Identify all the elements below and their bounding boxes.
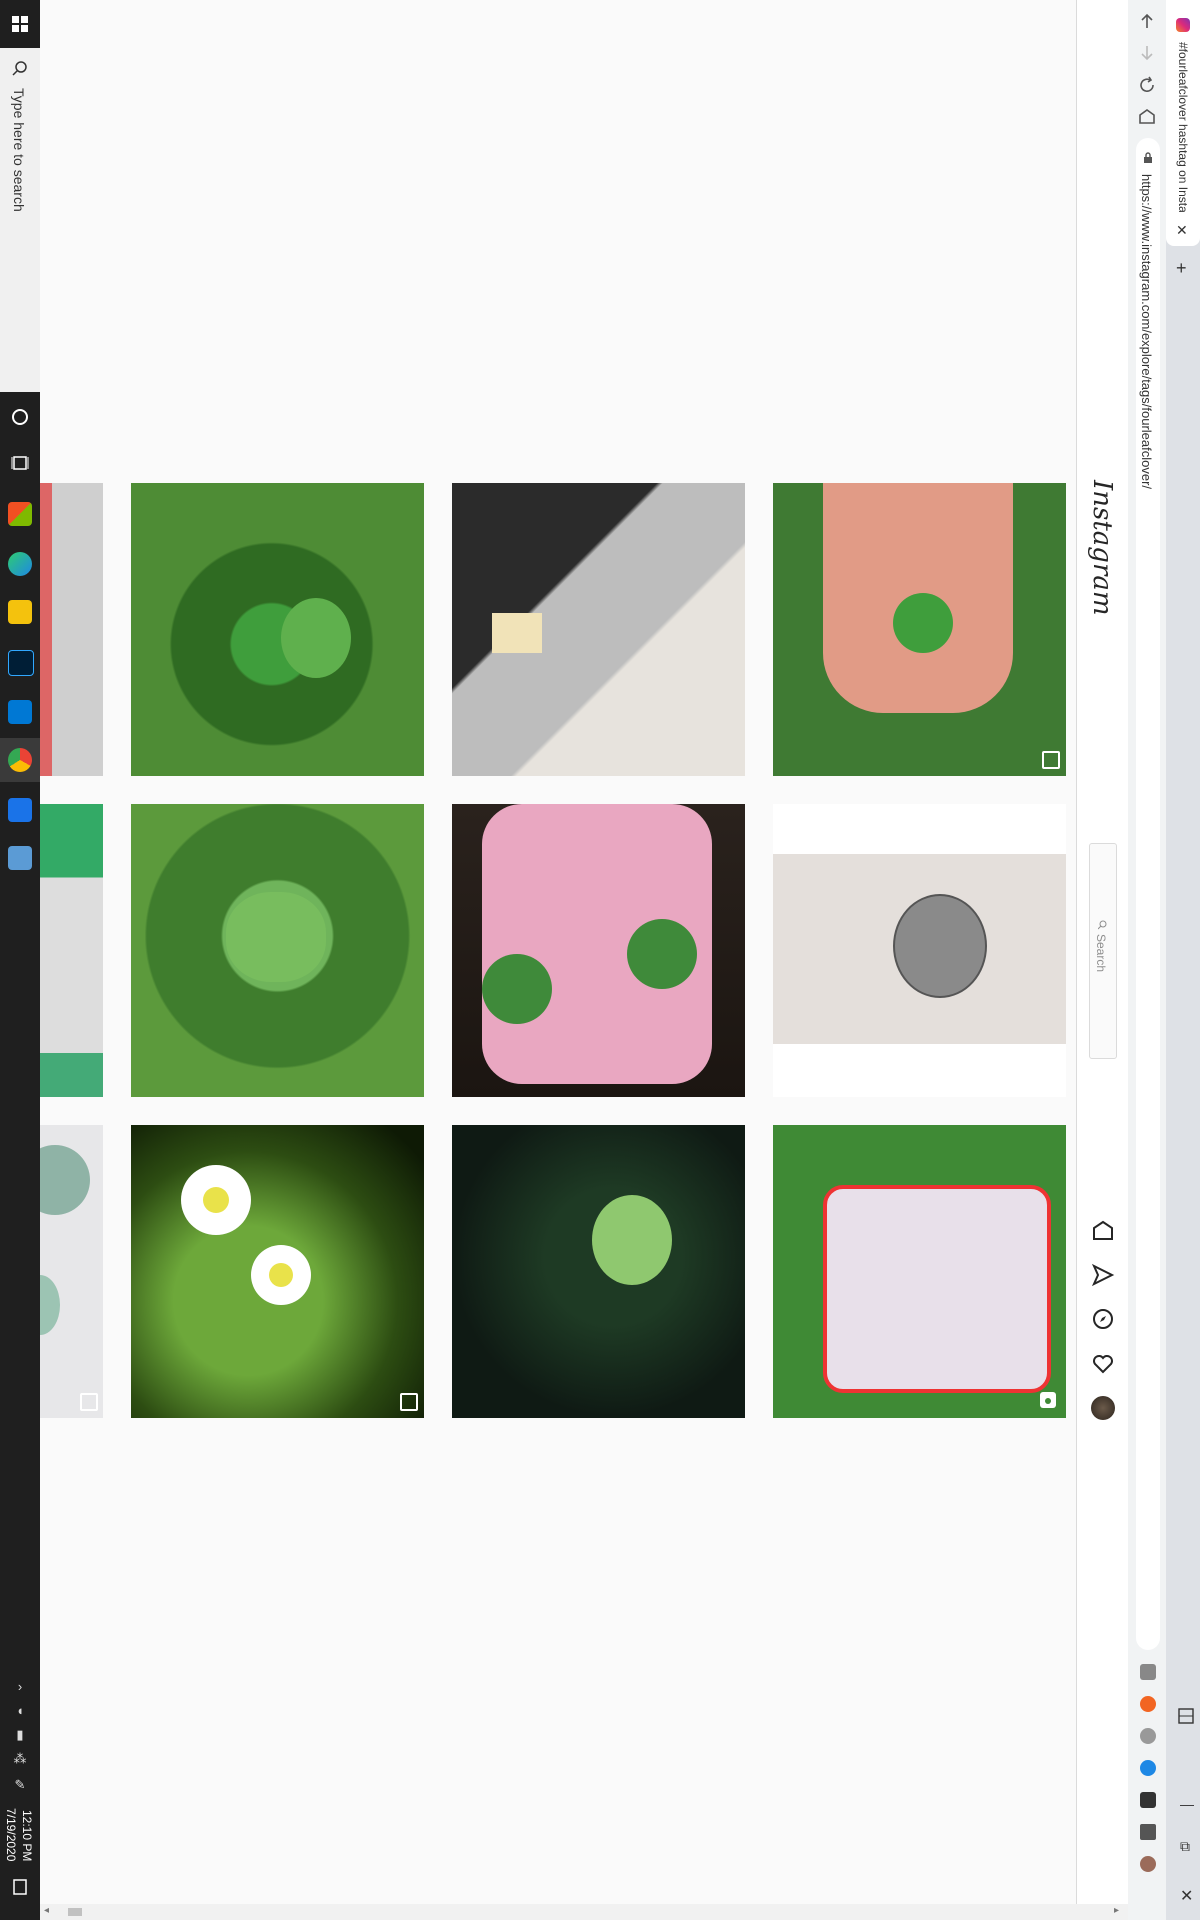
post-tile[interactable] [452,804,745,1097]
clover-shape [40,1275,60,1335]
extension-icon[interactable] [1140,1696,1156,1712]
pinned-app-icon[interactable] [8,700,32,724]
extension-icon[interactable] [1140,1728,1156,1744]
post-tile[interactable] [40,804,103,1097]
settings-app-icon[interactable] [8,798,32,822]
back-button[interactable] [1138,12,1156,30]
mask-shape [823,1185,1051,1393]
browser-tab[interactable]: #fourleafclover hashtag on Insta ✕ [1166,0,1200,246]
activity-heart-icon[interactable] [1091,1351,1115,1375]
extension-icon[interactable] [1140,1664,1156,1680]
search-icon [1098,920,1107,930]
tab-strip [1166,0,1200,1920]
windows-taskbar: Type here to search › ◖ ▮ ⁂ ✎ 12:10 PM 7… [0,0,41,1920]
lock-icon [1144,152,1152,163]
new-tab-button[interactable]: + [1176,258,1187,279]
post-tile[interactable] [773,804,1066,1097]
notification-icon[interactable] [11,1878,29,1896]
post-tile[interactable] [131,483,424,776]
clock-date: 7/19/2020 [4,1808,18,1862]
battery-icon[interactable]: ▮ [10,1728,30,1742]
search-icon [12,61,27,76]
clover-shape [40,1145,90,1215]
horizontal-scrollbar[interactable]: ◂ ▸ [40,1904,1128,1920]
direct-message-icon[interactable] [1091,1263,1115,1287]
tab-search-icon[interactable] [1178,1708,1194,1724]
scroll-left-arrow[interactable]: ◂ [44,1905,49,1916]
clover-shape [893,593,953,653]
cortana-icon[interactable] [11,408,29,426]
post-tile[interactable] [40,1125,103,1418]
instagram-tag-page [40,0,1076,1920]
store-app-icon[interactable] [8,502,32,526]
explore-icon[interactable] [1091,1307,1115,1331]
instagram-favicon-icon [1176,18,1190,32]
tattoo-shape [893,894,987,998]
daisy-flower [181,1165,251,1235]
task-view-icon[interactable] [11,454,29,472]
home-icon[interactable] [1091,1219,1115,1243]
address-bar[interactable]: https://www.instagram.com/explore/tags/f… [1136,138,1160,1650]
tab-title: #fourleafclover hashtag on Insta [1176,42,1190,212]
clover-shape [281,598,351,678]
pen-icon[interactable]: ✎ [10,1778,30,1792]
scroll-right-arrow[interactable]: ▸ [1114,1905,1119,1916]
restore-button[interactable]: ⧉ [1180,1838,1190,1855]
photoshop-app-icon[interactable] [8,650,34,676]
daisy-flower [251,1245,311,1305]
window-close-button[interactable]: ✕ [1180,1886,1193,1906]
start-button[interactable] [0,0,40,48]
taskbar-search-placeholder: Type here to search [11,88,27,212]
volume-icon[interactable]: ◖ [10,1704,30,1718]
url-text: https://www.instagram.com/explore/tags/f… [1139,174,1154,490]
multiple-posts-icon [1042,751,1060,769]
extensions-puzzle-icon[interactable] [1140,1824,1156,1840]
tab-close-icon[interactable]: ✕ [1176,222,1188,239]
extension-icon[interactable] [1140,1760,1156,1776]
light-patch [492,613,542,653]
reload-button[interactable] [1138,76,1156,94]
file-explorer-icon[interactable] [8,600,32,624]
show-hidden-icons[interactable]: › [10,1680,30,1694]
profile-icon[interactable] [1140,1856,1156,1872]
instagram-header: Instagram Search [1076,0,1129,1920]
instagram-logo[interactable]: Instagram [1087,480,1117,616]
clock-time: 12:10 PM [20,1810,34,1862]
multiple-posts-icon [400,1393,418,1411]
clover-shape [627,919,697,989]
minimize-button[interactable]: — [1180,1796,1194,1812]
post-tile[interactable] [131,1125,424,1418]
taskbar-search-box[interactable]: Type here to search [0,48,41,392]
post-tile[interactable] [452,1125,745,1418]
calculator-app-icon[interactable] [8,846,32,870]
extension-icon[interactable] [1140,1792,1156,1808]
post-tile[interactable] [40,483,103,776]
video-icon [1040,1392,1056,1408]
chrome-browser-icon[interactable] [8,748,32,772]
clover-shape [226,892,326,982]
network-icon[interactable]: ⁂ [10,1752,30,1766]
clover-shape [482,954,552,1024]
post-tile[interactable] [452,483,745,776]
edge-browser-icon[interactable] [8,552,32,576]
clover-shape [592,1195,672,1285]
search-input[interactable]: Search [1089,843,1117,1059]
profile-avatar[interactable] [1091,1396,1115,1420]
home-button[interactable] [1138,108,1156,126]
forward-button[interactable] [1138,44,1156,62]
post-tile[interactable] [773,483,1066,776]
post-tile[interactable] [131,804,424,1097]
windows-logo-icon [12,16,28,32]
search-placeholder: Search [1094,934,1108,973]
post-tile[interactable] [773,1125,1066,1418]
multiple-posts-icon [80,1393,98,1411]
scrollbar-thumb[interactable] [68,1908,82,1916]
